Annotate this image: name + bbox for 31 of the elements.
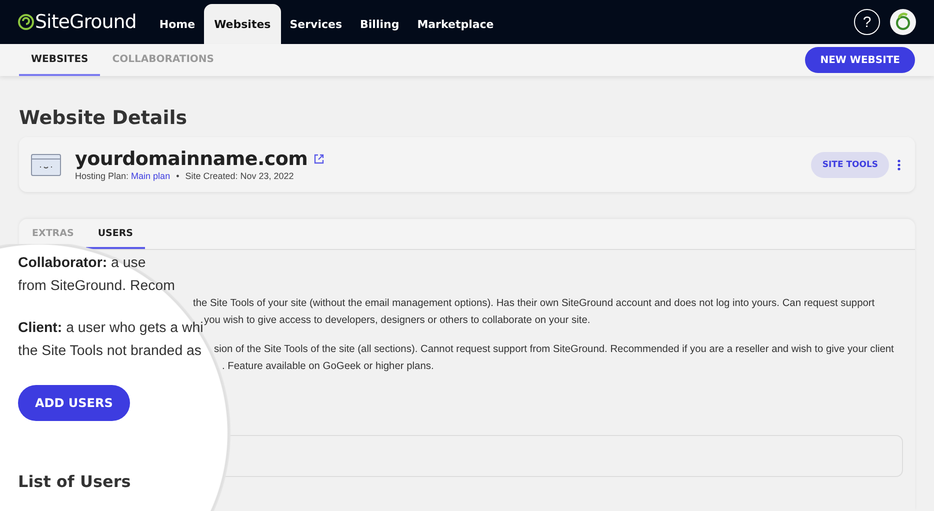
logo-text[interactable]: SiteGround <box>35 11 136 33</box>
subnav-tab[interactable]: WEBSITES <box>19 44 100 76</box>
description-text: . Feature available on GoGeek or higher plans. <box>222 360 434 374</box>
more-options-icon[interactable] <box>897 158 901 170</box>
domain-name: yourdomainname.com <box>75 148 308 170</box>
description-text: sion of the Site Tools of the site (all sections). Cannot request support from SiteGround. Recommended if you are a reseller and wish to give your client <box>214 343 894 357</box>
add-users-button[interactable]: ADD USERS <box>18 385 130 421</box>
nav-tab[interactable]: Services <box>280 4 352 44</box>
description-text: the Site Tools of your site (without the email management options). Has their own SiteGround account and does not log into yours. Can request support <box>193 297 875 311</box>
role-description: from SiteGround. Recom <box>18 277 175 296</box>
nav-tab[interactable]: Websites <box>204 4 281 44</box>
role-description: Collaborator: a use <box>18 254 146 273</box>
separator-dot: • <box>176 171 180 181</box>
browser-window-icon <box>31 154 61 176</box>
external-link-icon[interactable] <box>314 154 324 164</box>
avatar-icon[interactable] <box>890 9 916 35</box>
nav-tab[interactable]: Billing <box>351 4 408 44</box>
new-website-button[interactable]: NEW WEBSITE <box>805 47 915 73</box>
site-created-date: Site Created: Nov 23, 2022 <box>185 171 294 181</box>
help-button[interactable]: ? <box>854 9 880 35</box>
plan-label: Hosting Plan: <box>75 171 129 181</box>
role-description: the Site Tools not branded as <box>18 342 202 361</box>
plan-link[interactable]: Main plan <box>131 171 170 181</box>
list-heading: List of Users <box>18 472 131 491</box>
site-tools-button[interactable]: SITE TOOLS <box>811 152 889 178</box>
description-text: you wish to give access to developers, designers or others to collaborate on your site. <box>204 314 590 328</box>
nav-tab[interactable]: Home <box>150 4 204 44</box>
swirl-logo-icon <box>18 13 34 31</box>
role-description: Client: a user who gets a whi <box>18 319 204 338</box>
nav-tab[interactable]: Marketplace <box>408 4 503 44</box>
page-title: Website Details <box>19 106 188 130</box>
